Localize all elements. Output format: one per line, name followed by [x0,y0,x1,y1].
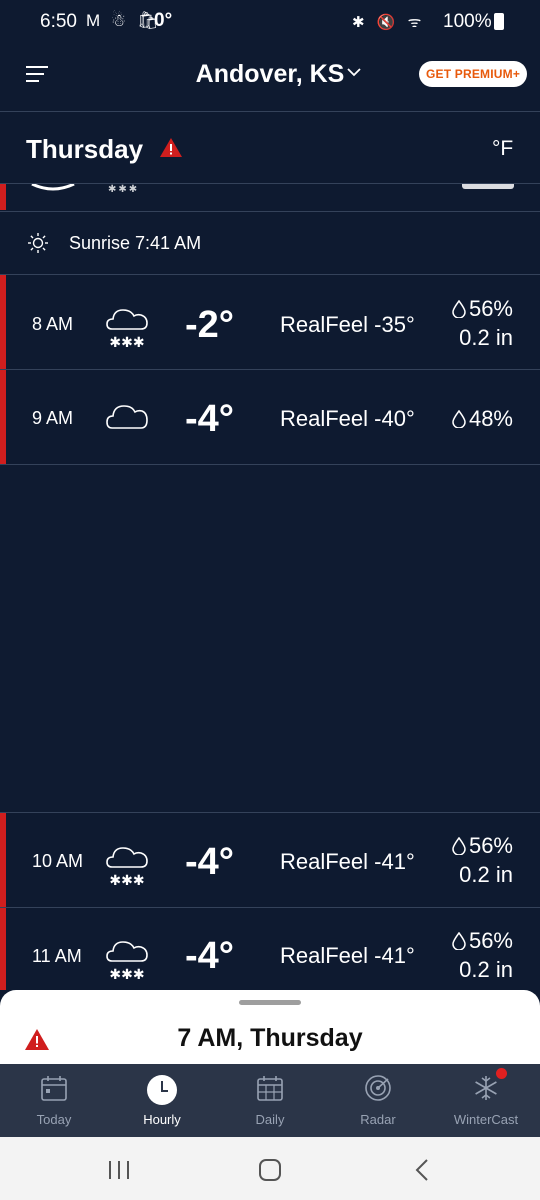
nav-wintercast[interactable]: WinterCast [432,1064,540,1137]
battery-icon [494,13,504,30]
status-bar: 6:50 M ☃ 🛍 0° ✱ 🔇 ᯤ 100% [0,0,540,44]
hamburger-menu-icon[interactable] [26,66,48,84]
hour-label: 8 AM [32,314,74,334]
moon-icon [31,184,75,191]
sheet-drag-handle[interactable] [239,1000,301,1005]
nav-hourly[interactable]: Hourly [108,1064,216,1137]
realfeel-value: RealFeel -41° [280,849,415,874]
precip-amount: 0.2 in [459,325,513,350]
precip-probability: 56% [468,833,513,858]
precip-amount: 0.2 in [459,957,513,982]
hour-temperature: -4° [185,841,234,883]
status-time: 6:50 [40,11,77,32]
radar-icon [365,1075,391,1101]
battery-percent: 100% [443,11,492,32]
hour-temperature: -4° [185,398,234,440]
raindrop-icon [452,300,466,318]
hour-label: 11 AM [32,946,82,966]
precipitation: 56% 0.2 in [452,926,513,984]
precip-probability: 48% [468,406,513,431]
sun-icon [28,233,48,253]
raindrop-icon [452,837,466,855]
alert-warning-icon[interactable] [159,137,183,158]
get-premium-button[interactable]: GET PREMIUM+ [419,61,527,87]
precip-amount: 0.2 in [459,862,513,887]
svg-text:✱✱✱: ✱✱✱ [109,873,144,888]
nav-label-daily: Daily [255,1112,285,1127]
hour-label: 10 AM [32,851,84,871]
nav-label-hourly: Hourly [143,1112,181,1127]
nav-today[interactable]: Today [0,1064,108,1137]
snow-cloud-icon: ✱✱✱ [106,847,148,888]
hour-label: 9 AM [32,408,74,428]
temperature-unit[interactable]: °F [492,137,513,161]
hour-temperature: -2° [185,304,234,346]
divider [0,211,540,212]
snowflake-icon [475,1076,497,1100]
home-button-icon[interactable] [258,1158,282,1182]
realfeel-value: RealFeel -41° [280,943,415,968]
divider [0,111,540,112]
nav-label-wintercast: WinterCast [453,1112,519,1127]
precip-probability: 56% [468,928,513,953]
calendar-grid-icon [257,1076,283,1101]
calendar-icon [41,1076,67,1101]
precipitation: 48% [452,404,513,433]
cloud-icon [106,405,148,429]
hour-temperature: -4° [185,935,234,977]
sheet-title: 7 AM, Thursday [177,1024,363,1052]
snow-cloud-icon: ✱✱✱ [106,941,148,982]
system-status-icons: ✱ 🔇 ᯤ [352,14,426,31]
alert-row-marker [0,184,6,210]
realfeel-value: RealFeel -40° [280,406,415,431]
precipitation: 56% 0.2 in [452,831,513,889]
svg-text:✱✱✱: ✱✱✱ [109,335,144,350]
ad-placeholder [0,465,540,812]
status-temperature: 0° [154,10,173,31]
nav-label-radar: Radar [360,1112,396,1127]
svg-text:✱✱✱: ✱✱✱ [109,967,144,982]
snow-cloud-icon: ✱✱✱ [106,309,148,350]
clock-icon [147,1075,177,1105]
divider [0,183,540,184]
chevron-down-icon[interactable] [346,66,362,78]
precipitation: 56% 0.2 in [452,294,513,352]
precip-amount-partial [462,184,514,189]
sunrise-label: Sunrise 7:41 AM [69,233,202,253]
recent-apps-icon[interactable] [107,1159,131,1181]
nav-radar[interactable]: Radar [324,1064,432,1137]
notification-dot [496,1068,507,1079]
day-label: Thursday [26,134,144,164]
precip-probability: 56% [468,296,513,321]
back-button-icon[interactable] [413,1158,431,1182]
nav-daily[interactable]: Daily [216,1064,324,1137]
snow-dots-icon: ✱✱✱ [108,184,140,195]
raindrop-icon [452,932,466,950]
realfeel-value: RealFeel -35° [280,312,415,337]
nav-label-today: Today [36,1112,72,1127]
raindrop-icon [452,410,466,428]
notification-icons: M ☃ 🛍 [86,11,162,30]
